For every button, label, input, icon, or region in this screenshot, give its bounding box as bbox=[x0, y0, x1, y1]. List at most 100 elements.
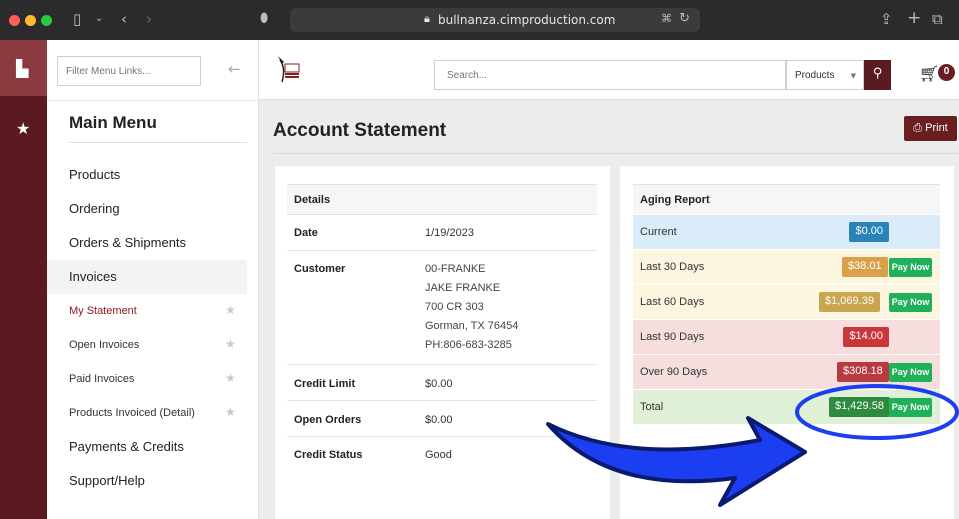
date-label: Date bbox=[294, 227, 318, 239]
credit-status-value: Good bbox=[425, 449, 452, 461]
filter-menu-input[interactable] bbox=[57, 56, 201, 86]
favorite-star-icon[interactable]: ★ bbox=[225, 405, 236, 419]
aging-row: Last 60 Days $1,069.39 Pay Now bbox=[633, 284, 940, 319]
aging-card: Aging Report Current $0.00 Last 30 Days $38… bbox=[620, 166, 954, 519]
search-scope-select[interactable]: Products ▼ bbox=[786, 60, 864, 90]
top-header: Products ▼ ⚲ 🛒︎ 0 bbox=[259, 40, 959, 100]
briefcase-icon: ▙ bbox=[16, 59, 29, 78]
menu-item-open-invoices[interactable]: Open Invoices ★ bbox=[47, 328, 247, 362]
menu-item-label: Orders & Shipments bbox=[69, 235, 187, 250]
amount-badge: $308.18 bbox=[837, 362, 889, 382]
amount-badge: $14.00 bbox=[843, 327, 889, 347]
menu-item-label: Paid Invoices bbox=[69, 373, 135, 385]
chevron-down-icon[interactable]: ⌄ bbox=[95, 13, 103, 24]
aging-row-label: Last 30 Days bbox=[640, 261, 705, 273]
table-row: Customer 00-FRANKE JAKE FRANKE 700 CR 30… bbox=[287, 250, 597, 364]
main-content: Products ▼ ⚲ 🛒︎ 0 Account Statement ⎙ Pr… bbox=[259, 40, 959, 519]
new-tab-icon[interactable]: + bbox=[907, 8, 921, 28]
aging-row: Current $0.00 bbox=[633, 214, 940, 249]
divider bbox=[69, 142, 247, 143]
table-row: Open Orders $0.00 bbox=[287, 400, 597, 436]
translate-icon[interactable]: ⌘ bbox=[661, 12, 672, 25]
favorite-star-icon[interactable]: ★ bbox=[225, 303, 236, 317]
pay-now-button[interactable]: Pay Now bbox=[889, 363, 932, 382]
menu-item-products[interactable]: Products bbox=[47, 158, 247, 192]
aging-row: Over 90 Days $308.18 Pay Now bbox=[633, 354, 940, 389]
company-logo[interactable] bbox=[276, 54, 300, 84]
customer-line: 700 CR 303 bbox=[425, 301, 484, 313]
menu-item-label: Payments & Credits bbox=[69, 439, 184, 454]
details-header: Details bbox=[294, 194, 331, 206]
menu-item-label: Support/Help bbox=[69, 473, 145, 488]
menu-item-invoices[interactable]: Invoices bbox=[47, 260, 247, 294]
print-button[interactable]: ⎙ Print bbox=[904, 116, 957, 141]
aging-row-label: Over 90 Days bbox=[640, 366, 708, 378]
caret-down-icon: ▼ bbox=[850, 72, 856, 80]
menu-item-support-help[interactable]: Support/Help bbox=[47, 464, 247, 498]
pay-now-button[interactable]: Pay Now bbox=[889, 398, 932, 417]
favorite-star-icon[interactable]: ★ bbox=[225, 371, 236, 385]
details-card: Details Date 1/19/2023 Customer 00-FRANK… bbox=[275, 166, 610, 519]
credit-limit-label: Credit Limit bbox=[294, 378, 356, 390]
app: ▙ ★ ← Main Menu Products Ordering Orders… bbox=[0, 40, 959, 519]
favorite-star-icon[interactable]: ★ bbox=[225, 337, 236, 351]
table-row: Credit Limit $0.00 bbox=[287, 364, 597, 400]
window-zoom-button[interactable] bbox=[41, 15, 52, 26]
amount-badge: $38.01 bbox=[842, 257, 888, 277]
pay-now-button[interactable]: Pay Now bbox=[889, 258, 932, 277]
aging-row-label: Last 60 Days bbox=[640, 296, 705, 308]
menu-item-paid-invoices[interactable]: Paid Invoices ★ bbox=[47, 362, 247, 396]
menu-item-payments-credits[interactable]: Payments & Credits bbox=[47, 430, 247, 464]
share-icon[interactable]: ⇪ bbox=[880, 10, 893, 28]
forward-icon[interactable]: › bbox=[146, 10, 152, 28]
browser-toolbar: ▯ ⌄ ‹ › ⬮ 🔒︎ bullnanza.cimproduction.com… bbox=[0, 0, 959, 40]
window-minimize-button[interactable] bbox=[25, 15, 36, 26]
search-icon: ⚲ bbox=[872, 66, 883, 81]
cart-icon[interactable]: 🛒︎ bbox=[919, 64, 939, 83]
address-bar[interactable]: 🔒︎ bullnanza.cimproduction.com ⌘ ↻ bbox=[290, 8, 700, 32]
aging-row-label: Current bbox=[640, 226, 677, 238]
url-text: bullnanza.cimproduction.com bbox=[438, 13, 616, 27]
search-scope-value: Products bbox=[795, 70, 835, 81]
table-row: Date 1/19/2023 bbox=[287, 214, 597, 250]
search-button[interactable]: ⚲ bbox=[864, 60, 891, 90]
menu-item-ordering[interactable]: Ordering bbox=[47, 192, 247, 226]
aging-row: Total $1,429.58 Pay Now bbox=[633, 389, 940, 424]
printer-icon: ⎙ bbox=[913, 122, 923, 134]
customer-line: Gorman, TX 76454 bbox=[425, 320, 519, 332]
pay-now-button[interactable]: Pay Now bbox=[889, 293, 932, 312]
menu-item-label: Products bbox=[69, 167, 121, 182]
table-row: Credit Status Good bbox=[287, 436, 597, 472]
amount-badge: $1,069.39 bbox=[819, 292, 880, 312]
back-icon[interactable]: ‹ bbox=[121, 10, 127, 28]
menu-item-products-invoiced[interactable]: Products Invoiced (Detail) ★ bbox=[47, 396, 247, 430]
menu-sidebar: ← Main Menu Products Ordering Orders & S… bbox=[47, 40, 259, 519]
menu-item-my-statement[interactable]: My Statement ★ bbox=[47, 294, 247, 328]
window-close-button[interactable] bbox=[9, 15, 20, 26]
divider bbox=[47, 100, 259, 101]
page-title: Account Statement bbox=[273, 120, 447, 141]
aging-row: Last 30 Days $38.01 Pay Now bbox=[633, 249, 940, 284]
star-icon[interactable]: ★ bbox=[16, 119, 30, 138]
rail-briefcase-button[interactable]: ▙ bbox=[0, 40, 47, 96]
amount-badge: $1,429.58 bbox=[829, 397, 890, 417]
details-header-row: Details bbox=[287, 184, 597, 214]
arrow-left-icon[interactable]: ← bbox=[228, 60, 241, 78]
customer-line: PH:806-683-3285 bbox=[425, 339, 512, 351]
cart-count-badge[interactable]: 0 bbox=[938, 64, 955, 81]
search-input[interactable] bbox=[434, 60, 786, 90]
aging-header-row: Aging Report bbox=[633, 184, 940, 214]
amount-badge: $0.00 bbox=[849, 222, 889, 242]
lock-icon: 🔒︎ bbox=[424, 12, 430, 25]
tabs-overview-icon[interactable]: ⧉ bbox=[932, 10, 943, 28]
sidebar-toggle-icon[interactable]: ▯ bbox=[73, 10, 81, 28]
date-value: 1/19/2023 bbox=[425, 227, 474, 239]
shield-icon[interactable]: ⬮ bbox=[260, 11, 268, 26]
menu-item-label: Products Invoiced (Detail) bbox=[69, 407, 195, 419]
menu-item-orders-shipments[interactable]: Orders & Shipments bbox=[47, 226, 247, 260]
customer-label: Customer bbox=[294, 263, 346, 275]
reload-icon[interactable]: ↻ bbox=[679, 11, 690, 26]
credit-status-label: Credit Status bbox=[294, 449, 363, 461]
credit-limit-value: $0.00 bbox=[425, 378, 453, 390]
menu-title: Main Menu bbox=[69, 113, 157, 132]
